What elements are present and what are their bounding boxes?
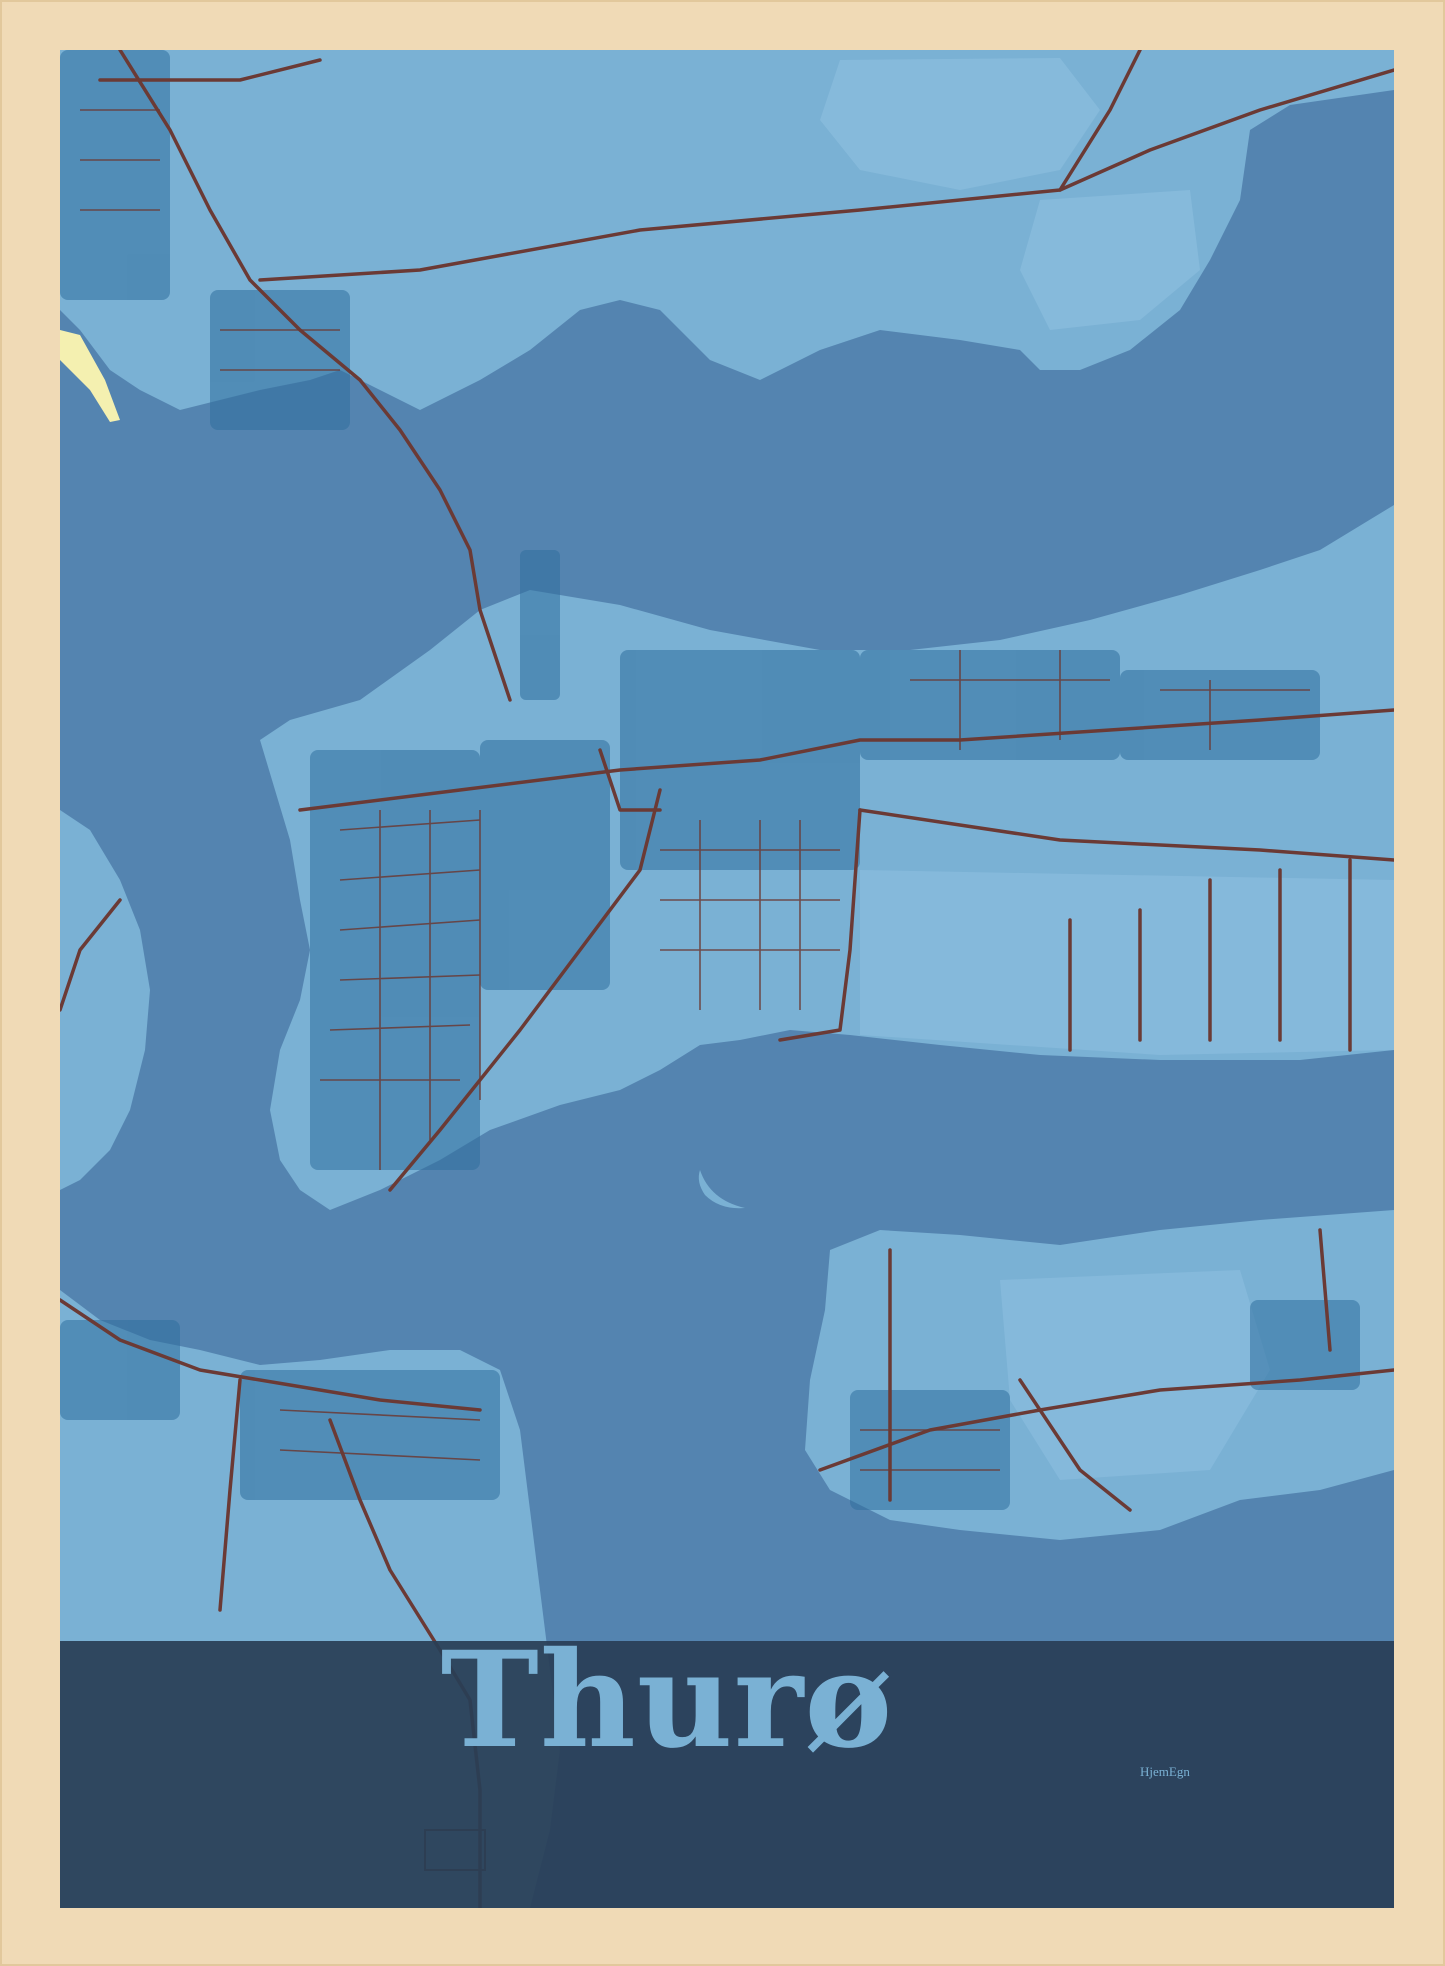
city-title: Thurø xyxy=(440,1623,894,1778)
thuro-east-fields xyxy=(860,870,1394,1055)
brand-logo: HjemEgn xyxy=(1140,1764,1190,1779)
north-fields xyxy=(820,58,1100,190)
